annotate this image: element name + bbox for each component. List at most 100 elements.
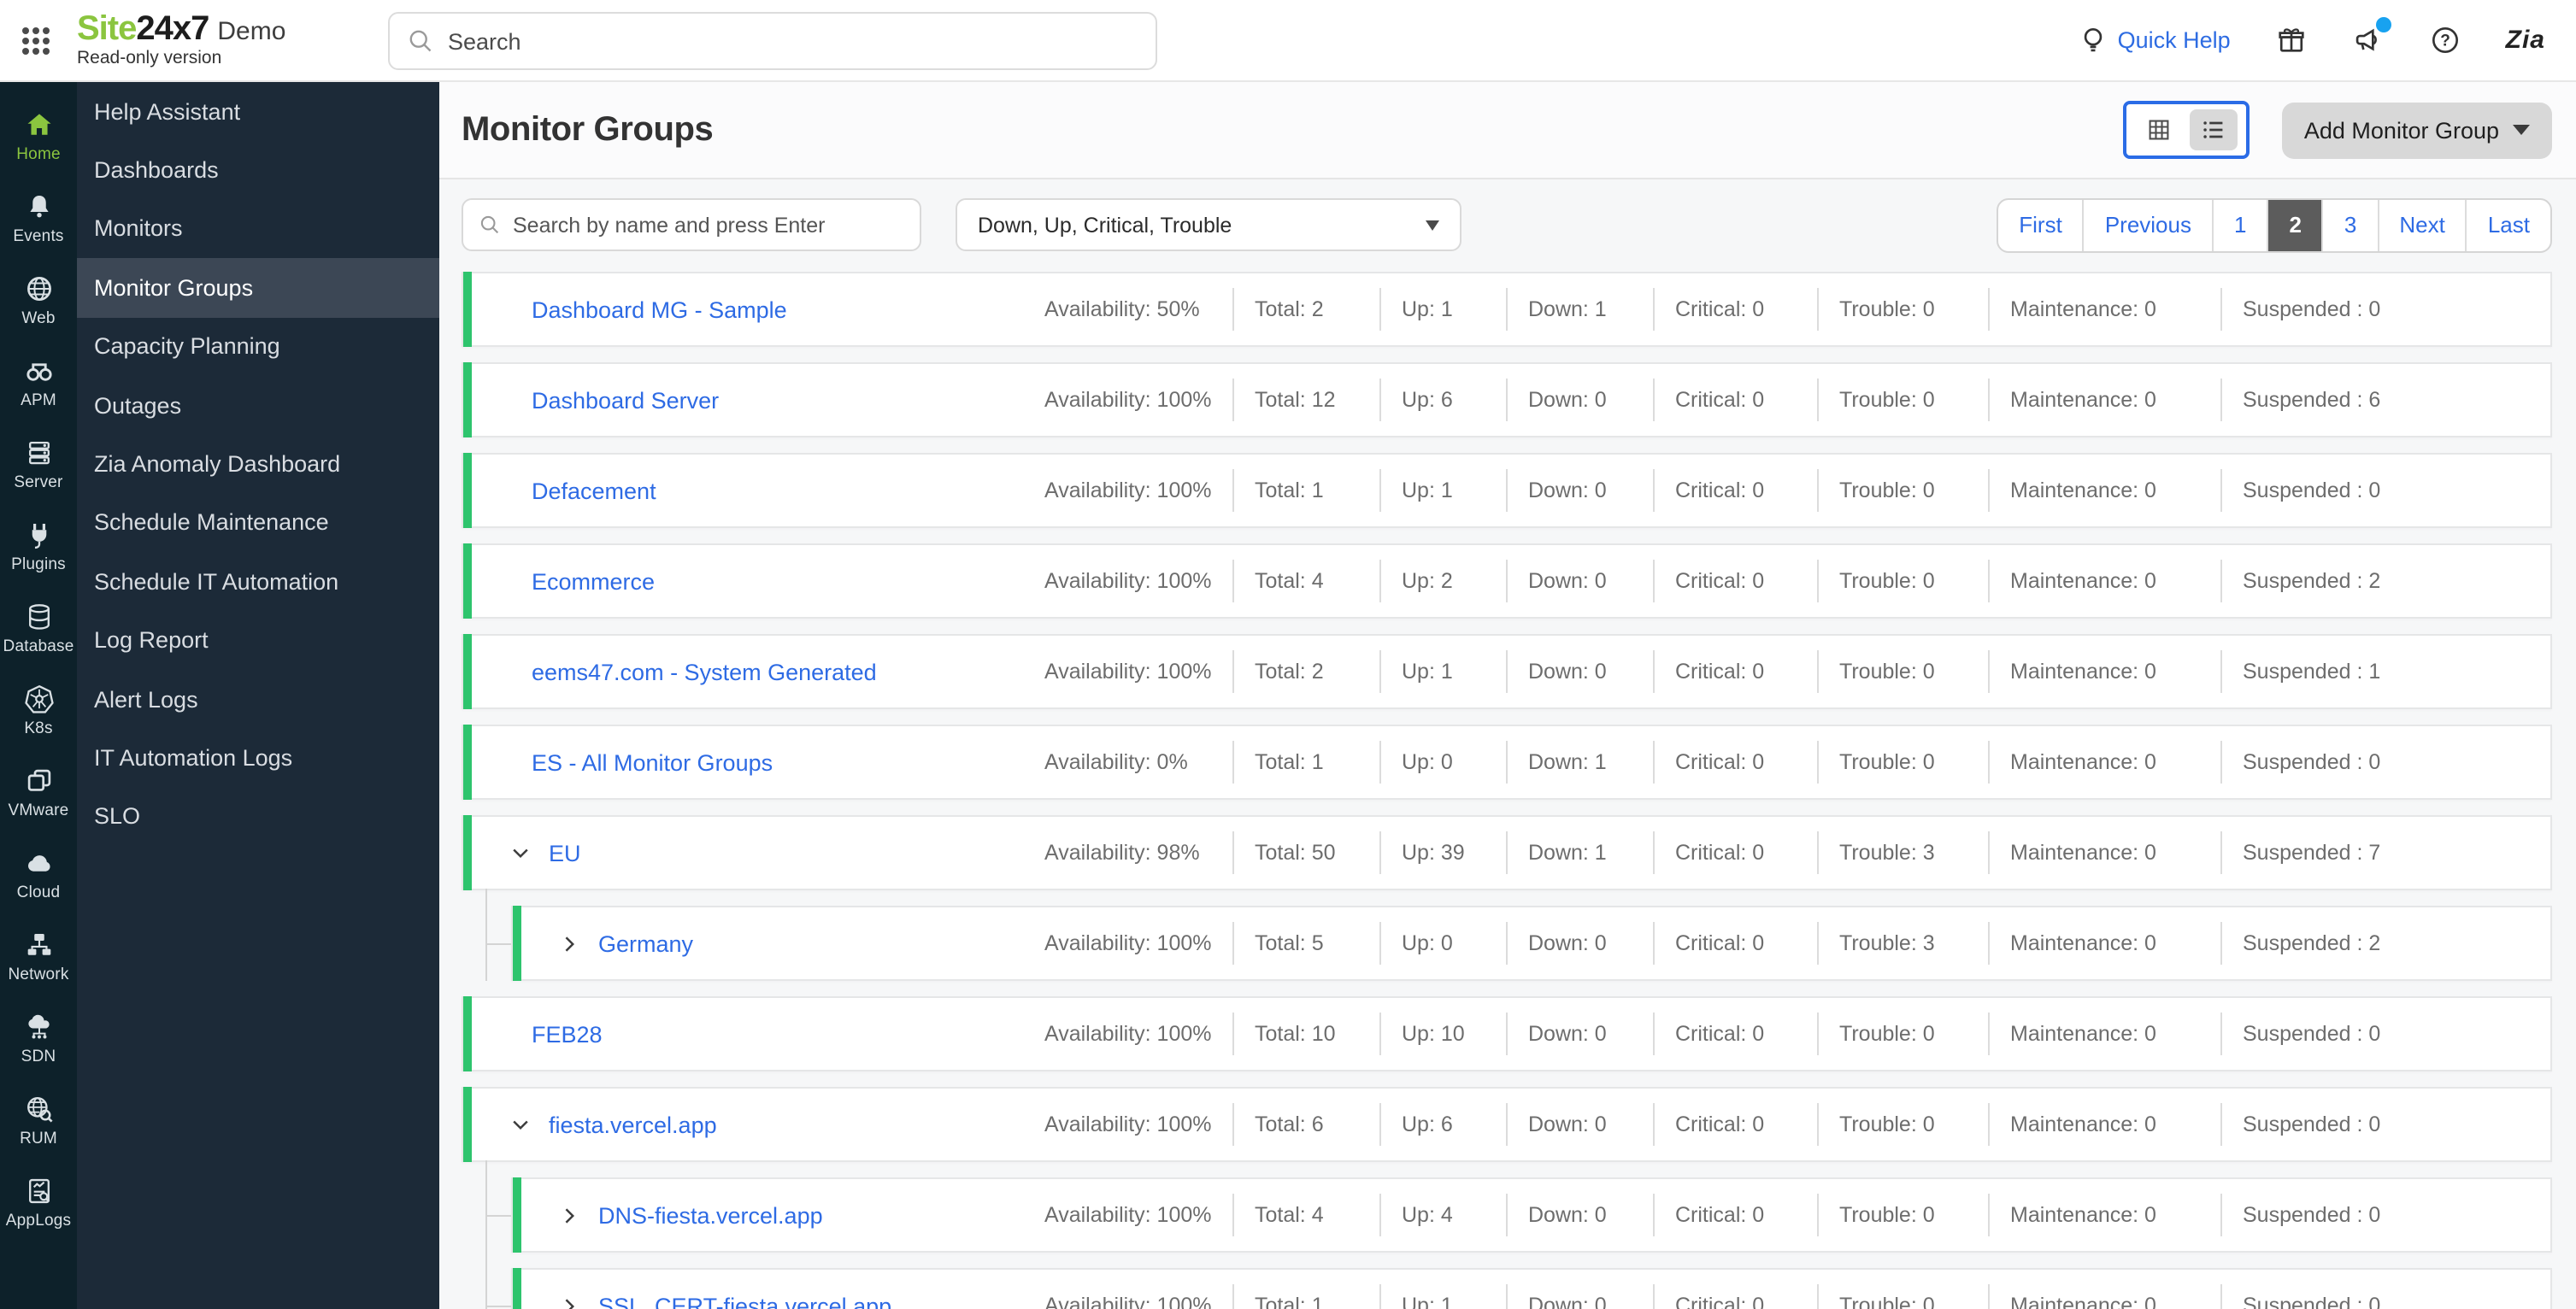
stat-critical: Critical: 0 bbox=[1653, 907, 1817, 979]
rail-item-events[interactable]: Events bbox=[0, 178, 77, 260]
group-name-link[interactable]: Dashboard Server bbox=[532, 387, 719, 413]
sidebar-item-capacity-planning[interactable]: Capacity Planning bbox=[77, 317, 439, 376]
add-monitor-group-button[interactable]: Add Monitor Group bbox=[2281, 102, 2552, 158]
rail-item-rum[interactable]: RUM bbox=[0, 1080, 77, 1162]
rail-item-sdn[interactable]: SDN bbox=[0, 998, 77, 1080]
stat-trouble: Trouble: 0 bbox=[1817, 1089, 1988, 1160]
stat-availability: Availability: 100% bbox=[1044, 1112, 1212, 1136]
sidebar-item-dashboards[interactable]: Dashboards bbox=[77, 141, 439, 200]
chevron-down-icon[interactable] bbox=[509, 841, 533, 865]
stat-total: Total: 6 bbox=[1232, 1089, 1379, 1160]
page-title: Monitor Groups bbox=[462, 110, 714, 148]
stat-trouble: Trouble: 0 bbox=[1817, 1270, 1988, 1309]
sidebar-item-help-assistant[interactable]: Help Assistant bbox=[77, 82, 439, 141]
group-name-link[interactable]: FEB28 bbox=[532, 1021, 603, 1047]
rail-item-apm[interactable]: APM bbox=[0, 342, 77, 424]
sidebar-item-alert-logs[interactable]: Alert Logs bbox=[77, 670, 439, 729]
sidebar-item-outages[interactable]: Outages bbox=[77, 376, 439, 435]
chevron-right-icon[interactable] bbox=[559, 931, 583, 955]
rail-item-label: Server bbox=[14, 473, 63, 492]
sidebar-item-schedule-maintenance[interactable]: Schedule Maintenance bbox=[77, 493, 439, 552]
chevron-down-icon[interactable] bbox=[509, 1112, 533, 1136]
chevron-right-icon[interactable] bbox=[559, 1294, 583, 1309]
rail-item-cloud[interactable]: Cloud bbox=[0, 834, 77, 916]
sidebar-item-it-automation-logs[interactable]: IT Automation Logs bbox=[77, 729, 439, 788]
page-item-next[interactable]: Next bbox=[2377, 199, 2465, 250]
sidebar-item-slo[interactable]: SLO bbox=[77, 787, 439, 846]
page-item-last[interactable]: Last bbox=[2465, 199, 2550, 250]
quick-help-button[interactable]: Quick Help bbox=[2077, 24, 2231, 56]
zia-icon[interactable]: Zia bbox=[2506, 26, 2545, 55]
group-name-link[interactable]: Germany bbox=[598, 930, 693, 956]
sidebar-item-log-report[interactable]: Log Report bbox=[77, 611, 439, 670]
group-name-link[interactable]: Ecommerce bbox=[532, 568, 655, 594]
monitor-group-card: Ecommerce Availability: 100% Total: 4 Up: 2… bbox=[462, 543, 2552, 619]
monitor-group-card: EU Availability: 98% Total: 50 Up: 39 Down: … bbox=[462, 815, 2552, 890]
stat-maintenance: Maintenance: 0 bbox=[1988, 1270, 2220, 1309]
grid-view-button[interactable] bbox=[2135, 109, 2183, 150]
monitor-group-card: ES - All Monitor Groups Availability: 0% T… bbox=[462, 725, 2552, 800]
global-search-input[interactable] bbox=[448, 28, 1138, 54]
list-view-button[interactable] bbox=[2189, 109, 2238, 150]
page-item-3[interactable]: 3 bbox=[2321, 199, 2377, 250]
group-search-input[interactable] bbox=[513, 213, 904, 237]
page-item-first[interactable]: First bbox=[1998, 199, 2083, 250]
page-item-2[interactable]: 2 bbox=[2267, 199, 2322, 250]
stat-availability: Availability: 100% bbox=[1044, 660, 1212, 684]
group-name-link[interactable]: ES - All Monitor Groups bbox=[532, 749, 773, 775]
applogs-icon bbox=[28, 1178, 50, 1204]
stat-availability: Availability: 100% bbox=[1044, 569, 1212, 593]
group-name-link[interactable]: EU bbox=[549, 840, 581, 866]
global-search-box[interactable] bbox=[388, 12, 1157, 70]
database-icon bbox=[28, 604, 49, 630]
group-name-link[interactable]: Defacement bbox=[532, 478, 656, 503]
filter-bar: Down, Up, Critical, Trouble FirstPreviou… bbox=[462, 197, 2552, 253]
site24x7-logo[interactable]: Site 24x7 Demo Read-only version bbox=[77, 13, 285, 68]
monitor-group-list: Dashboard MG - Sample Availability: 50% To… bbox=[462, 272, 2552, 1309]
rail-item-applogs[interactable]: AppLogs bbox=[0, 1162, 77, 1244]
rail-item-home[interactable]: Home bbox=[0, 96, 77, 178]
stat-maintenance: Maintenance: 0 bbox=[1988, 907, 2220, 979]
sidebar-item-monitors[interactable]: Monitors bbox=[77, 200, 439, 259]
stat-total: Total: 2 bbox=[1232, 273, 1379, 345]
dropdown-caret-icon bbox=[2513, 125, 2530, 135]
rail-item-server[interactable]: Server bbox=[0, 424, 77, 506]
group-name-link[interactable]: eems47.com - System Generated bbox=[532, 659, 877, 684]
group-name-link[interactable]: SSL_CERT-fiesta.vercel.app bbox=[598, 1293, 891, 1309]
group-search-box[interactable] bbox=[462, 198, 921, 251]
help-circle-icon[interactable]: ? bbox=[2429, 24, 2461, 56]
stat-trouble: Trouble: 3 bbox=[1817, 907, 1988, 979]
stat-availability: Availability: 0% bbox=[1044, 750, 1188, 774]
page-item-1[interactable]: 1 bbox=[2211, 199, 2267, 250]
top-bar: Site24x7 Demo Read-only version Quick He… bbox=[0, 0, 2576, 82]
sidebar-item-zia-anomaly-dashboard[interactable]: Zia Anomaly Dashboard bbox=[77, 435, 439, 494]
rail-item-k8s[interactable]: K8s bbox=[0, 670, 77, 752]
group-name-link[interactable]: DNS-fiesta.vercel.app bbox=[598, 1202, 823, 1228]
sidebar-item-monitor-groups[interactable]: Monitor Groups bbox=[77, 258, 439, 318]
stat-suspended: Suspended : 0 bbox=[2220, 998, 2550, 1070]
search-icon bbox=[409, 30, 432, 52]
stat-suspended: Suspended : 2 bbox=[2220, 545, 2550, 617]
apps-grid-icon[interactable] bbox=[17, 21, 55, 59]
status-filter-dropdown[interactable]: Down, Up, Critical, Trouble bbox=[956, 198, 1461, 251]
group-name-link[interactable]: fiesta.vercel.app bbox=[549, 1112, 717, 1137]
list-view-icon bbox=[2203, 121, 2223, 138]
sidebar-item-schedule-it-automation[interactable]: Schedule IT Automation bbox=[77, 552, 439, 611]
page-item-previous[interactable]: Previous bbox=[2082, 199, 2212, 250]
stat-total: Total: 1 bbox=[1232, 726, 1379, 798]
rail-item-web[interactable]: Web bbox=[0, 260, 77, 342]
announcements-button[interactable] bbox=[2352, 17, 2391, 56]
stat-trouble: Trouble: 0 bbox=[1817, 545, 1988, 617]
rail-item-network[interactable]: Network bbox=[0, 916, 77, 998]
rail-item-vmware[interactable]: VMware bbox=[0, 752, 77, 834]
chevron-right-icon[interactable] bbox=[559, 1203, 583, 1227]
status-up-bar bbox=[513, 1177, 521, 1253]
events-icon bbox=[29, 196, 48, 218]
rail-item-database[interactable]: Database bbox=[0, 588, 77, 670]
monitor-group-row: Dashboard MG - Sample Availability: 50% To… bbox=[462, 272, 2552, 347]
gift-icon[interactable] bbox=[2275, 24, 2308, 56]
logo-text-site: Site bbox=[77, 10, 137, 49]
rail-item-plugins[interactable]: Plugins bbox=[0, 506, 77, 588]
group-name-link[interactable]: Dashboard MG - Sample bbox=[532, 296, 787, 322]
stat-total: Total: 1 bbox=[1232, 455, 1379, 526]
